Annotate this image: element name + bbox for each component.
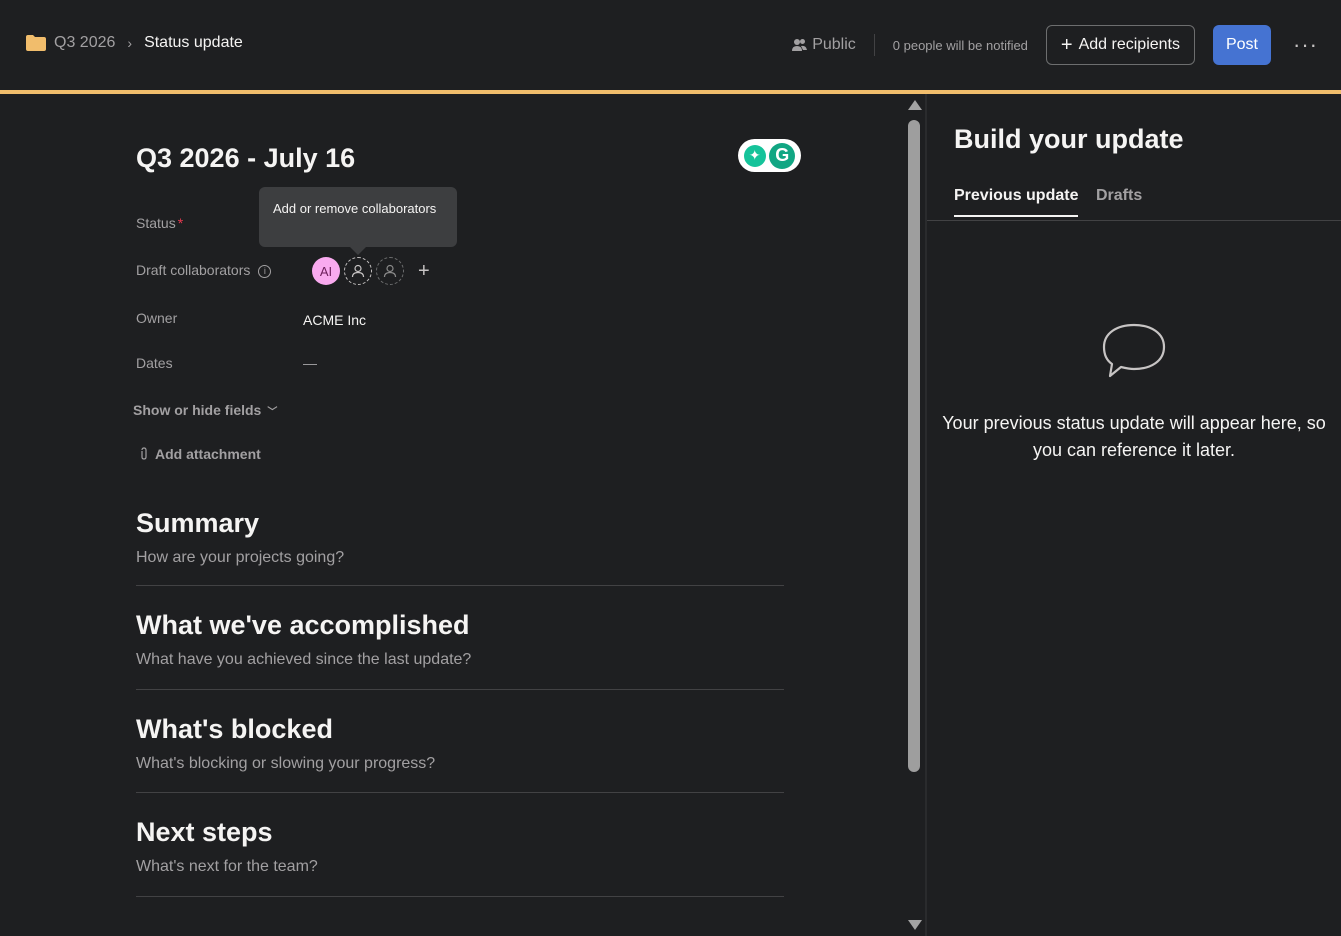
- show-hide-label: Show or hide fields: [133, 402, 262, 418]
- scroll-up-arrow[interactable]: [908, 100, 922, 110]
- section-placeholder[interactable]: What have you achieved since the last up…: [136, 651, 784, 669]
- owner-value[interactable]: ACME Inc: [303, 312, 366, 328]
- collaborators-list: AI +: [312, 257, 430, 285]
- people-icon: [792, 39, 808, 51]
- add-collaborator-slot[interactable]: [344, 257, 372, 285]
- person-icon: [351, 264, 365, 278]
- collaborators-label: Draft collaborators: [136, 262, 251, 278]
- breadcrumb-parent[interactable]: Q3 2026: [54, 34, 115, 52]
- page-title[interactable]: Q3 2026 - July 16: [136, 143, 355, 174]
- scroll-down-arrow[interactable]: [908, 920, 922, 930]
- breadcrumb-current: Status update: [144, 34, 243, 51]
- section-heading: Next steps: [136, 817, 273, 847]
- required-mark: *: [177, 215, 184, 231]
- add-attachment-button[interactable]: Add attachment: [138, 446, 261, 462]
- visibility-label: Public: [812, 36, 856, 53]
- add-collaborator-slot[interactable]: [376, 257, 404, 285]
- empty-state-message: Your previous status update will appear …: [942, 413, 1326, 460]
- grammarly-icon[interactable]: G: [769, 142, 796, 169]
- plus-icon: +: [1060, 34, 1073, 56]
- section-summary[interactable]: Summary How are your projects going?: [136, 508, 784, 586]
- speech-bubble-icon: [1102, 323, 1166, 378]
- visibility-button[interactable]: Public: [792, 36, 856, 54]
- section-accomplished[interactable]: What we've accomplished What have you ac…: [136, 610, 784, 690]
- post-button[interactable]: Post: [1213, 25, 1271, 65]
- avatar[interactable]: AI: [312, 257, 340, 285]
- right-panel-tabs: Previous update Drafts: [927, 180, 1341, 221]
- top-actions: Public 0 people will be notified + Add r…: [792, 25, 1341, 65]
- chevron-down-icon: ﹀: [267, 406, 278, 418]
- tooltip: Add or remove collaborators: [259, 187, 457, 247]
- tooltip-arrow: [350, 247, 366, 255]
- lightbulb-icon[interactable]: ✦: [743, 144, 766, 167]
- person-icon: [383, 264, 397, 278]
- section-heading: What's blocked: [136, 714, 333, 744]
- tab-drafts[interactable]: Drafts: [1096, 187, 1142, 205]
- section-next-steps[interactable]: Next steps What's next for the team?: [136, 817, 784, 897]
- notify-text: 0 people will be notified: [892, 37, 1028, 53]
- add-recipients-label: Add recipients: [1078, 36, 1180, 53]
- status-label: Status: [136, 215, 176, 231]
- scrollbar-thumb[interactable]: [908, 120, 920, 772]
- info-icon[interactable]: i: [258, 265, 272, 278]
- status-field-label: Status *: [136, 215, 183, 231]
- show-hide-fields-button[interactable]: Show or hide fields ﹀: [133, 402, 277, 418]
- chevron-right-icon: ›: [127, 35, 133, 51]
- add-collaborator-button[interactable]: +: [418, 261, 430, 281]
- divider: [873, 34, 875, 56]
- section-heading: Summary: [136, 508, 260, 538]
- section-placeholder[interactable]: What's blocking or slowing your progress…: [136, 755, 784, 773]
- add-attachment-label: Add attachment: [155, 446, 261, 462]
- section-heading: What we've accomplished: [136, 610, 470, 640]
- grammarly-widget[interactable]: ✦ G: [738, 139, 801, 172]
- tab-previous-update[interactable]: Previous update: [954, 187, 1079, 217]
- dates-label: Dates: [136, 355, 173, 371]
- section-placeholder[interactable]: What's next for the team?: [136, 858, 784, 876]
- owner-label: Owner: [136, 310, 178, 326]
- breadcrumb: Q3 2026 › Status update: [26, 34, 243, 52]
- paperclip-icon: [141, 447, 147, 460]
- dates-value[interactable]: —: [303, 355, 317, 371]
- scrollbar[interactable]: [903, 94, 925, 936]
- add-recipients-button[interactable]: + Add recipients: [1045, 25, 1195, 65]
- more-options-icon[interactable]: ···: [1293, 34, 1317, 56]
- right-panel-title: Build your update: [954, 124, 1184, 154]
- top-bar: Q3 2026 › Status update Public 0 people …: [0, 0, 1341, 90]
- folder-icon: [26, 35, 46, 51]
- collaborators-field-label: Draft collaborators i: [136, 262, 272, 278]
- section-placeholder[interactable]: How are your projects going?: [136, 549, 784, 567]
- section-blocked[interactable]: What's blocked What's blocking or slowin…: [136, 714, 784, 793]
